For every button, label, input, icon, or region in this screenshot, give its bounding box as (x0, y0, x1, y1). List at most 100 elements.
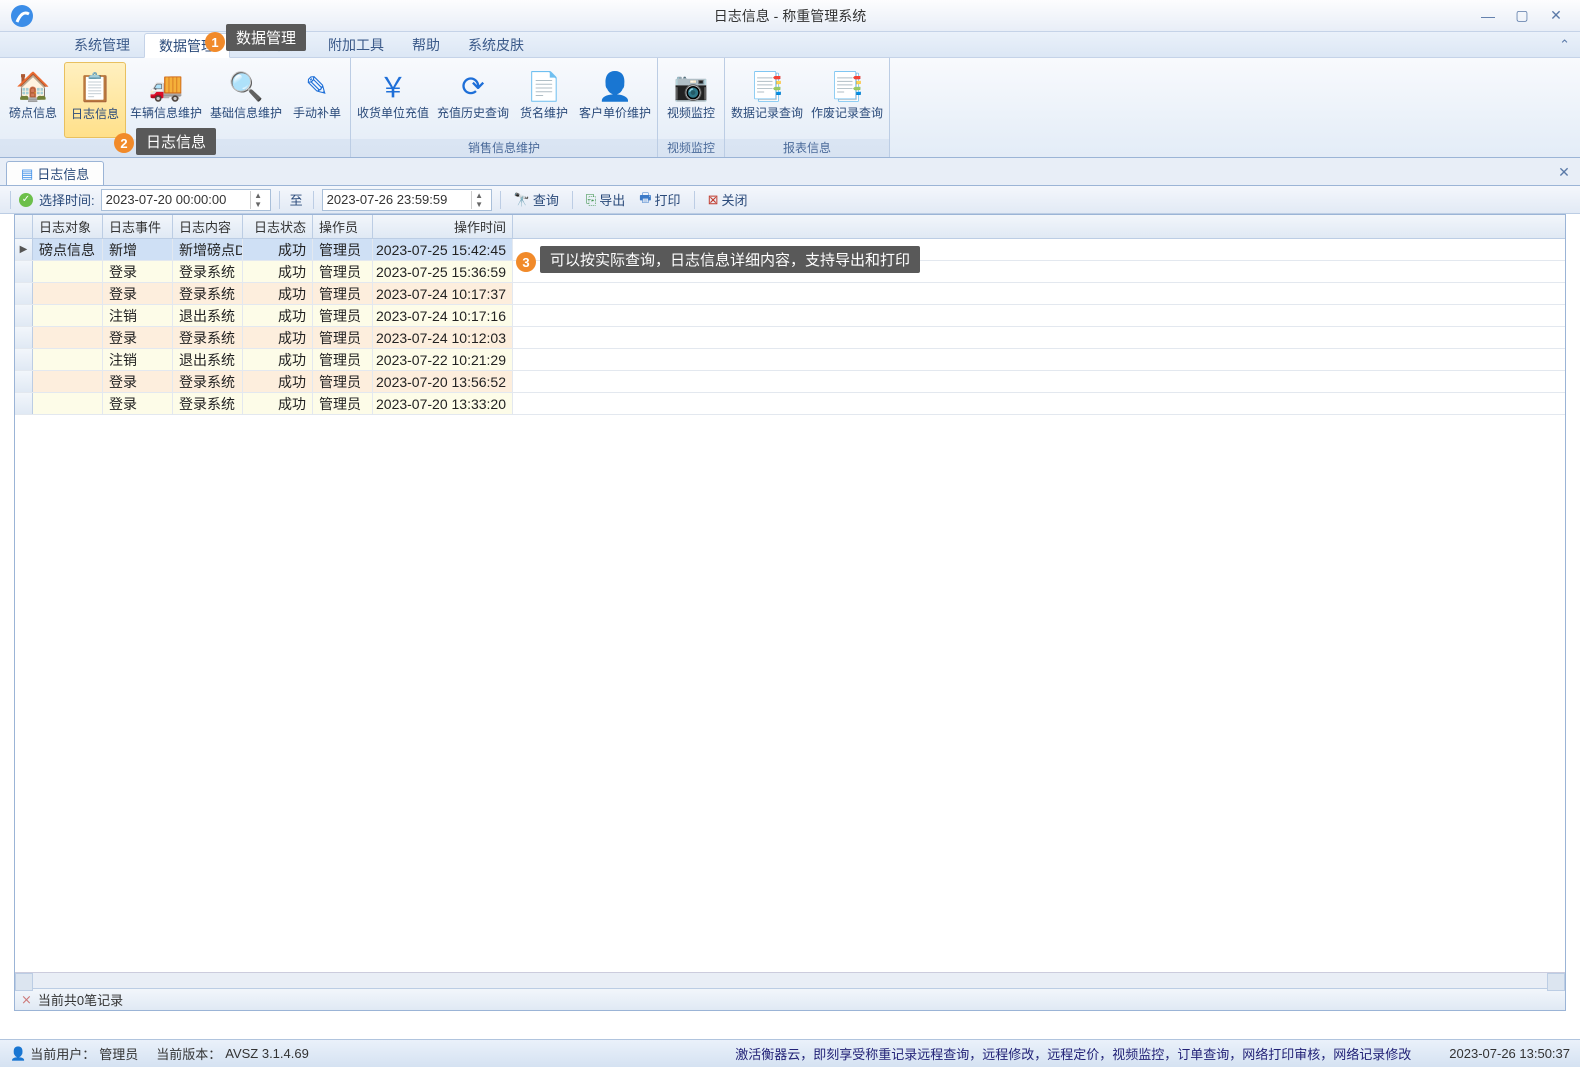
ribbon-label: 货名维护 (520, 106, 568, 120)
date-to-input[interactable]: 2023-07-26 23:59:59 ▲▼ (322, 189, 492, 211)
ribbon-btn-1-0[interactable]: ￥收货单位充值 (353, 62, 433, 138)
status-marquee: 激活衡器云，即刻享受称重记录远程查询，远程修改，远程定价，视频监控，订单查询，网… (735, 1044, 1411, 1063)
row-indicator: ▶ (15, 239, 33, 260)
cell-status: 成功 (243, 305, 313, 326)
status-user: 👤 当前用户： 管理员 (10, 1044, 138, 1063)
close-button[interactable]: ⊠关闭 (703, 189, 753, 211)
print-button[interactable]: 🖶打印 (634, 189, 685, 211)
ribbon-btn-1-2[interactable]: 📄货名维护 (513, 62, 575, 138)
minimize-button[interactable]: — (1480, 8, 1496, 24)
doc-tab-close-button[interactable]: ✕ (1554, 162, 1574, 182)
status-bar: 👤 当前用户： 管理员 当前版本： AVSZ 3.1.4.69 激活衡器云，即刻… (0, 1039, 1580, 1067)
maximize-button[interactable]: ▢ (1514, 8, 1530, 24)
close-icon: ⊠ (708, 192, 719, 208)
query-button[interactable]: 🔭查询 (509, 189, 564, 211)
spin-up-icon[interactable]: ▲ (472, 191, 487, 200)
cell-status: 成功 (243, 261, 313, 282)
ribbon-btn-0-4[interactable]: ✎手动补单 (286, 62, 348, 138)
ribbon-label: 视频监控 (667, 106, 715, 120)
doc-tab-icon: ▤ (21, 166, 33, 182)
cell-obj (33, 327, 103, 348)
cell-evt: 登录 (103, 393, 173, 414)
cell-content: 登录系统 (173, 371, 243, 392)
query-toolbar: ✓ 选择时间: 2023-07-20 00:00:00 ▲▼ 至 2023-07… (0, 186, 1580, 214)
spin-down-icon[interactable]: ▼ (472, 200, 487, 209)
filter-icon[interactable]: ⨯ (21, 992, 32, 1008)
cell-status: 成功 (243, 283, 313, 304)
menu-system-manage[interactable]: 系统管理 (60, 32, 144, 57)
table-row[interactable]: 登录登录系统成功管理员2023-07-24 10:17:37 (15, 283, 1565, 305)
row-indicator (15, 283, 33, 304)
ribbon-btn-0-2[interactable]: 🚚车辆信息维护 (126, 62, 206, 138)
table-row[interactable]: 登录登录系统成功管理员2023-07-24 10:12:03 (15, 327, 1565, 349)
ribbon-group-label: 视频监控 (658, 139, 724, 157)
close-window-button[interactable]: ✕ (1548, 8, 1564, 24)
time-label: 选择时间: (37, 190, 97, 209)
date-from-input[interactable]: 2023-07-20 00:00:00 ▲▼ (101, 189, 271, 211)
menu-addon-tools[interactable]: 附加工具 (314, 32, 398, 57)
log-grid: 日志对象 日志事件 日志内容 日志状态 操作员 操作时间 ▶磅点信息新增新增磅点… (14, 214, 1566, 1011)
callout-3-label: 可以按实际查询，日志信息详细内容，支持导出和打印 (540, 246, 920, 273)
status-version: 当前版本： AVSZ 3.1.4.69 (156, 1044, 309, 1063)
ribbon-label: 充值历史查询 (437, 106, 509, 120)
table-row[interactable]: 注销退出系统成功管理员2023-07-24 10:17:16 (15, 305, 1565, 327)
row-indicator (15, 261, 33, 282)
col-header-event[interactable]: 日志事件 (103, 215, 173, 238)
cell-status: 成功 (243, 349, 313, 370)
ribbon-btn-1-1[interactable]: ⟳充值历史查询 (433, 62, 513, 138)
horizontal-scrollbar[interactable] (15, 972, 1565, 988)
export-button[interactable]: ⎘导出 (581, 189, 630, 211)
ribbon-btn-0-0[interactable]: 🏠磅点信息 (2, 62, 64, 138)
status-datetime: 2023-07-26 13:50:37 (1449, 1046, 1570, 1061)
col-header-content[interactable]: 日志内容 (173, 215, 243, 238)
ribbon-icon: ￥ (375, 68, 411, 104)
document-tabs: ▤ 日志信息 ✕ (0, 158, 1580, 186)
callout-2-number: 2 (114, 133, 134, 153)
ribbon-collapse-button[interactable]: ⌃ (1549, 32, 1580, 57)
check-icon: ✓ (19, 193, 33, 207)
cell-content: 登录系统 (173, 283, 243, 304)
cell-op: 管理员 (313, 261, 373, 282)
row-indicator (15, 371, 33, 392)
cell-obj (33, 349, 103, 370)
cell-obj (33, 371, 103, 392)
cell-op: 管理员 (313, 349, 373, 370)
ribbon-label: 基础信息维护 (210, 106, 282, 120)
cell-time: 2023-07-24 10:17:16 (373, 305, 513, 326)
ribbon-btn-0-1[interactable]: 📋日志信息 (64, 62, 126, 138)
ribbon-group-label: 销售信息维护 (351, 139, 657, 157)
col-header-object[interactable]: 日志对象 (33, 215, 103, 238)
menu-skin[interactable]: 系统皮肤 (454, 32, 538, 57)
ribbon-icon: 📋 (77, 69, 113, 105)
ribbon-icon: 📷 (673, 68, 709, 104)
ribbon-btn-2-0[interactable]: 📷 视频监控 (660, 62, 722, 138)
ribbon-label: 客户单价维护 (579, 106, 651, 120)
spin-up-icon[interactable]: ▲ (251, 191, 266, 200)
table-row[interactable]: 登录登录系统成功管理员2023-07-20 13:56:52 (15, 371, 1565, 393)
spin-down-icon[interactable]: ▼ (251, 200, 266, 209)
grid-body[interactable]: ▶磅点信息新增新增磅点D成功管理员2023-07-25 15:42:45登录登录… (15, 239, 1565, 972)
cell-evt: 登录 (103, 371, 173, 392)
cell-time: 2023-07-24 10:12:03 (373, 327, 513, 348)
cell-obj: 磅点信息 (33, 239, 103, 260)
row-indicator (15, 305, 33, 326)
ribbon-btn-3-1[interactable]: 📑作废记录查询 (807, 62, 887, 138)
cell-op: 管理员 (313, 239, 373, 260)
ribbon-btn-0-3[interactable]: 🔍基础信息维护 (206, 62, 286, 138)
cell-op: 管理员 (313, 371, 373, 392)
callout-1-label: 数据管理 (226, 24, 306, 51)
cell-op: 管理员 (313, 305, 373, 326)
col-header-status[interactable]: 日志状态 (243, 215, 313, 238)
table-row[interactable]: 登录登录系统成功管理员2023-07-20 13:33:20 (15, 393, 1565, 415)
ribbon-btn-1-3[interactable]: 👤客户单价维护 (575, 62, 655, 138)
ribbon-icon: 📑 (749, 68, 785, 104)
col-header-operator[interactable]: 操作员 (313, 215, 373, 238)
table-row[interactable]: 注销退出系统成功管理员2023-07-22 10:21:29 (15, 349, 1565, 371)
menu-help[interactable]: 帮助 (398, 32, 454, 57)
user-icon: 👤 (10, 1046, 26, 1062)
ribbon-btn-3-0[interactable]: 📑数据记录查询 (727, 62, 807, 138)
col-header-time[interactable]: 操作时间 (373, 215, 513, 238)
doc-tab-log-info[interactable]: ▤ 日志信息 (6, 161, 104, 185)
cell-content: 新增磅点D (173, 239, 243, 260)
cell-obj (33, 261, 103, 282)
